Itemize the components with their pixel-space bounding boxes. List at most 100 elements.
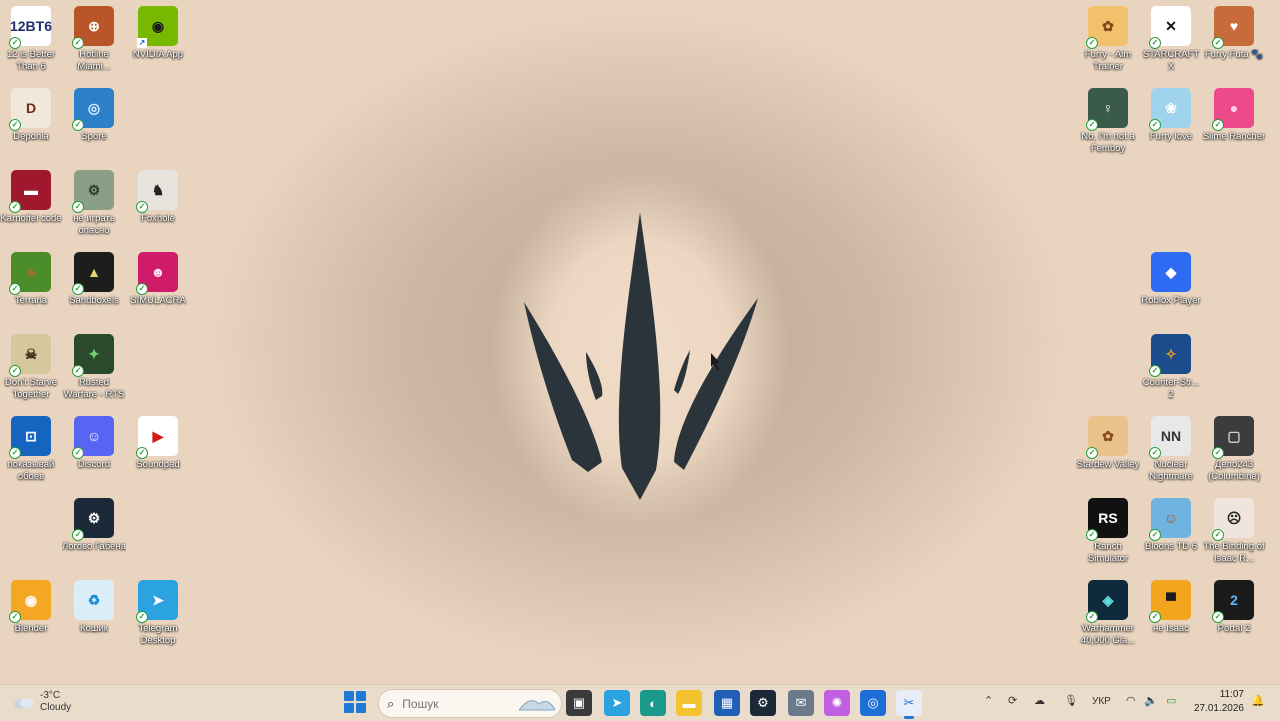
app-glyph: ◉ [151, 18, 165, 34]
desktop-icon-label: не Isaac [1153, 623, 1189, 634]
notification-bell-icon[interactable]: 🔔 [1251, 694, 1265, 707]
desktop-icon-12-is-better-than-6[interactable]: 12BT6 ✓ 12 is Better Than 6 [1, 2, 61, 80]
desktop-icon-counter-str-2[interactable]: ✧ ✓ Counter-Str... 2 [1141, 330, 1201, 408]
cloud-icon [14, 698, 34, 709]
desktop-icon-label: Bloons TD 6 [1144, 541, 1198, 552]
taskbar-telegram-icon[interactable]: ➤ [604, 690, 630, 716]
microphone-icon[interactable]: 🎙 [1064, 694, 1078, 707]
sync-check-icon: ✓ [1149, 365, 1161, 377]
search-icon: ⌕ [387, 695, 395, 711]
desktop-icon-spore[interactable]: ◎ ✓ Spore [64, 84, 124, 162]
desktop-icon-furry-love[interactable]: ❀ ✓ Furry love [1141, 84, 1201, 162]
taskbar-screen-tool-icon[interactable]: ◎ [860, 690, 886, 716]
desktop-icon-не-isaac[interactable]: ▀ ✓ не Isaac [1141, 576, 1201, 654]
app-icon: ✦ ✓ [72, 334, 114, 377]
weather-widget[interactable]: -3°C Cloudy [12, 690, 71, 714]
app-glyph: 2 [1230, 592, 1238, 608]
app-icon: ⊕ ✓ [72, 6, 114, 49]
show-hidden-icons[interactable]: ⌃ [984, 694, 993, 707]
app-icon: 12BT6 ✓ [9, 6, 52, 49]
app-icon: ♣ ✓ [9, 252, 51, 295]
app-icon: ▬ ✓ [9, 170, 51, 213]
desktop-icon-discord[interactable]: ☺ ✓ Discord [64, 412, 124, 490]
desktop-icon-label: SIMULACRA [130, 295, 186, 306]
app-glyph: ✕ [1165, 18, 1177, 34]
app-icon: ⊡ ✓ [9, 416, 51, 459]
sync-icon[interactable]: ⟳ [1008, 694, 1017, 707]
desktop-icon-starcraft-x[interactable]: ✕ ✓ STARCRAFT X [1141, 2, 1201, 80]
desktop-icon-bloons-td-6[interactable]: ☺ ✓ Bloons TD 6 [1141, 494, 1201, 572]
app-icon: ▀ ✓ [1149, 580, 1191, 623]
desktop-icon-soundpad[interactable]: ▶ ✓ Soundpad [128, 412, 188, 490]
desktop-icon-simulacra[interactable]: ☻ ✓ SIMULACRA [128, 248, 188, 326]
taskbar-search[interactable]: ⌕ [378, 689, 562, 718]
app-icon: ♥ ✓ [1212, 6, 1254, 49]
desktop-icon-terraria[interactable]: ♣ ✓ Terraria [1, 248, 61, 326]
taskbar-copilot-icon[interactable]: ✺ [824, 690, 850, 716]
taskbar-steam-icon[interactable]: ⚙ [750, 690, 776, 716]
desktop-icon-label: Hotline Miami... [77, 49, 111, 72]
desktop-icon-stardew-valley[interactable]: ✿ ✓ Stardew Valley [1077, 412, 1139, 490]
desktop-icon-не-играть-опасно[interactable]: ⚙ ✓ не играть опасно [64, 166, 124, 244]
weather-description: Cloudy [40, 702, 72, 713]
taskbar-snipping-tool-icon[interactable]: ✂ [896, 690, 922, 719]
app-glyph: ✦ [88, 346, 100, 362]
sync-check-icon: ✓ [1212, 447, 1224, 459]
app-glyph: D [25, 100, 37, 116]
desktop-icon-hotline-miami[interactable]: ⊕ ✓ Hotline Miami... [64, 2, 124, 80]
desktop-icon-логово-габена[interactable]: ⚙ ✓ Логово Габена [62, 494, 126, 572]
sync-check-icon: ✓ [136, 201, 148, 213]
desktop-icon-no-i-m-not-a-femboy[interactable]: ♀ ✓ No, I'm not a Femboy [1078, 84, 1138, 162]
desktop-icon-telegram-desktop[interactable]: ➤ ✓ Telegram Desktop [128, 576, 188, 654]
battery-icon[interactable]: ▭ [1166, 694, 1176, 707]
cloud-tray-icon[interactable]: ☁ [1034, 694, 1045, 707]
app-glyph: ♻ [87, 592, 101, 608]
desktop-icon-portal-2[interactable]: 2 ✓ Portal 2 [1204, 576, 1264, 654]
desktop-icon-sandboxels[interactable]: ▲ ✓ Sandboxels [64, 248, 124, 326]
desktop-icon-karnoffel-code[interactable]: ▬ ✓ Karnoffel code [0, 166, 62, 244]
desktop-icon-rusted-warfare-rts[interactable]: ✦ ✓ Rusted Warfare - RTS [64, 330, 124, 408]
start-button[interactable] [344, 691, 366, 713]
desktop-icon-label: показывай обоев [7, 459, 55, 482]
desktop-icon-foxhole[interactable]: ♞ ✓ Foxhole [128, 166, 188, 244]
taskbar-microsoft-store-icon[interactable]: ▦ [714, 690, 740, 716]
desktop-icon-кошик[interactable]: ♻ Кошик [64, 576, 124, 654]
sync-check-icon: ✓ [72, 365, 84, 377]
desktop-icon-label: NVIDIA App [132, 49, 184, 60]
app-icon: ❀ ✓ [1149, 88, 1191, 131]
desktop-icon-дело243-columbine[interactable]: ▢ ✓ Дело243 (Columbine) [1204, 412, 1264, 490]
sync-check-icon: ✓ [9, 37, 21, 49]
wifi-icon[interactable]: ◠ [1126, 694, 1136, 707]
taskbar-edge-icon[interactable]: ◐ [640, 690, 666, 716]
desktop-icon-warhammer-40-000-gla[interactable]: ◈ ✓ Warhammer 40,000 Gla... [1078, 576, 1138, 654]
desktop-icon-don-t-starve-together[interactable]: ☠ ✓ Don't Starve Together [1, 330, 61, 408]
app-glyph: ♥ [1229, 18, 1239, 34]
app-glyph: ▀ [1166, 592, 1176, 608]
clock[interactable]: 11:07 27.01.2026 [1190, 688, 1244, 716]
sync-check-icon: ✓ [1212, 529, 1224, 541]
desktop-icon-furry-futa[interactable]: ♥ ✓ Furry Futa 🐾 [1204, 2, 1264, 80]
volume-icon[interactable]: 🔈 [1144, 694, 1158, 707]
desktop[interactable]: 12BT6 ✓ 12 is Better Than 6 ⊕ ✓ Hotline Miami… [0, 0, 1280, 684]
desktop-icon-the-binding-of-isaac-r[interactable]: ☹ ✓ The Binding of Isaac R... [1203, 494, 1265, 572]
taskbar-mail-icon[interactable]: ✉ [788, 690, 814, 716]
desktop-icon-ranch-simulator[interactable]: RS ✓ Ranch Simulator [1078, 494, 1138, 572]
desktop-icon-deponia[interactable]: D ✓ Deponia [1, 84, 61, 162]
desktop-icon-label: Логово Габена [62, 541, 126, 552]
desktop-icon-furry-aim-trainer[interactable]: ✿ ✓ Furry - Aim Trainer [1078, 2, 1138, 80]
desktop-icon-label: не играть опасно [73, 213, 115, 236]
clock-date: 27.01.2026 [1193, 703, 1244, 714]
desktop-icon-показывай-обоев[interactable]: ⊡ ✓ показывай обоев [1, 412, 61, 490]
taskbar-file-explorer-icon[interactable]: ▬ [676, 690, 702, 716]
search-input[interactable] [400, 695, 505, 712]
desktop-icon-label: Karnoffel code [0, 213, 62, 224]
desktop-icon-nvidia-app[interactable]: ◉ ↗ NVIDIA App [128, 2, 188, 80]
app-glyph: ◎ [87, 100, 101, 116]
desktop-icon-roblox-player[interactable]: ◆ Roblox Player [1141, 248, 1201, 326]
keyboard-layout[interactable]: УКР [1092, 696, 1111, 707]
taskbar-task-view-icon[interactable]: ▣ [566, 690, 592, 716]
sync-check-icon: ✓ [72, 529, 84, 541]
desktop-icon-blender[interactable]: ◉ ✓ Blender [1, 576, 61, 654]
desktop-icon-slime-rancher[interactable]: ● ✓ Slime Rancher [1203, 84, 1265, 162]
desktop-icon-nuclear-nightmare[interactable]: NN ✓ Nuclear Nightmare [1141, 412, 1201, 490]
